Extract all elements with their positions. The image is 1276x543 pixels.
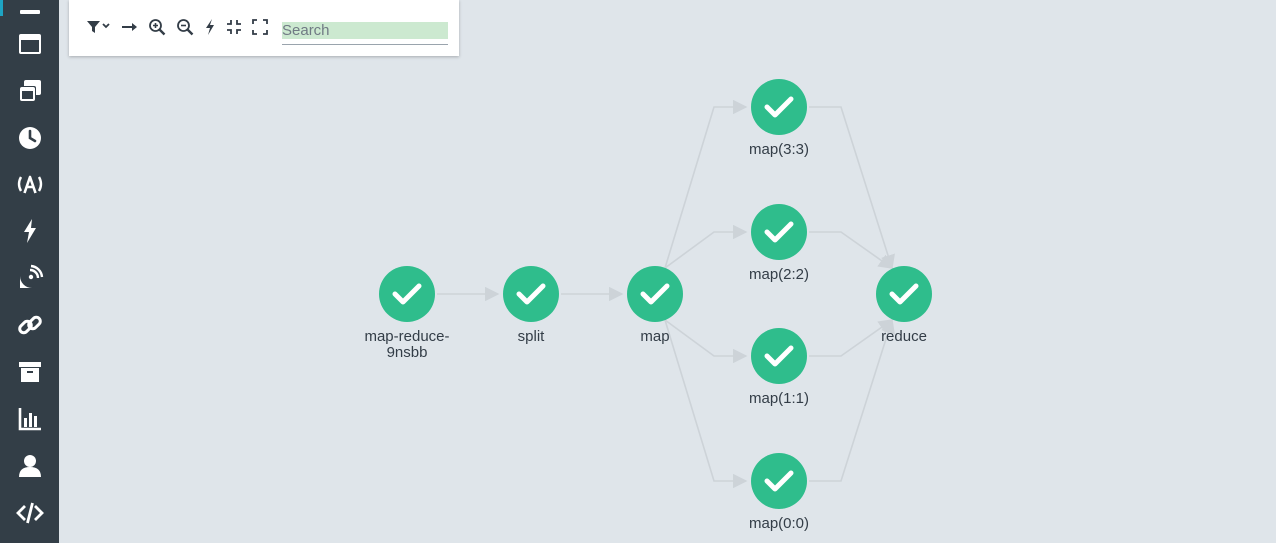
edge-map11-reduce — [809, 319, 894, 357]
node-status-circle — [876, 266, 932, 322]
collapse-button[interactable] — [225, 16, 243, 38]
node-map33[interactable]: map(3:3) — [749, 79, 809, 158]
node-label: reduce — [881, 328, 927, 345]
arrow-right-icon — [121, 20, 139, 34]
node-split[interactable]: split — [503, 266, 559, 345]
fast-forward-button[interactable] — [202, 16, 218, 38]
zoom-out-icon — [176, 18, 194, 36]
edge-map22-reduce — [809, 231, 894, 269]
node-status-circle — [379, 266, 435, 322]
node-map[interactable]: map — [627, 266, 683, 345]
lightning-icon — [204, 18, 216, 36]
node-status-circle — [627, 266, 683, 322]
node-root[interactable]: map-reduce-9nsbb — [364, 266, 450, 361]
graph-toolbar — [69, 0, 459, 56]
edge-map-map11 — [664, 319, 748, 364]
filter-button[interactable] — [86, 16, 112, 38]
zoom-out-button[interactable] — [175, 16, 195, 38]
workflow-graph[interactable]: map-reduce-9nsbb split map map(3:3) map(2:2)… — [0, 0, 1276, 543]
node-label: map(1:1) — [749, 390, 809, 407]
node-label: map(0:0) — [749, 515, 809, 532]
edge-map-map33 — [664, 99, 748, 269]
node-label: map — [640, 328, 669, 345]
edge-map33-reduce — [809, 106, 895, 270]
node-label: map(2:2) — [749, 266, 809, 283]
node-map22[interactable]: map(2:2) — [749, 204, 809, 283]
node-status-circle — [751, 453, 807, 509]
expand-button[interactable] — [251, 16, 269, 38]
zoom-in-button[interactable] — [147, 16, 167, 38]
edge-map00-reduce — [809, 318, 895, 482]
node-map11[interactable]: map(1:1) — [749, 328, 809, 407]
node-label: map-reduce-9nsbb — [364, 328, 449, 361]
node-label: map(3:3) — [749, 141, 809, 158]
node-reduce[interactable]: reduce — [876, 266, 932, 345]
node-status-circle — [751, 79, 807, 135]
node-map00[interactable]: map(0:0) — [749, 453, 809, 532]
expand-icon — [252, 19, 268, 35]
collapse-icon — [226, 19, 242, 35]
search-input[interactable] — [282, 16, 448, 45]
node-status-circle — [751, 204, 807, 260]
node-status-circle — [503, 266, 559, 322]
zoom-in-icon — [148, 18, 166, 36]
node-status-circle — [751, 328, 807, 384]
node-label: split — [518, 328, 546, 345]
edge-map-map22 — [664, 224, 748, 269]
edge-map-map00 — [664, 319, 748, 489]
filter-dropdown-icon — [86, 18, 112, 36]
direction-button[interactable] — [120, 16, 140, 38]
